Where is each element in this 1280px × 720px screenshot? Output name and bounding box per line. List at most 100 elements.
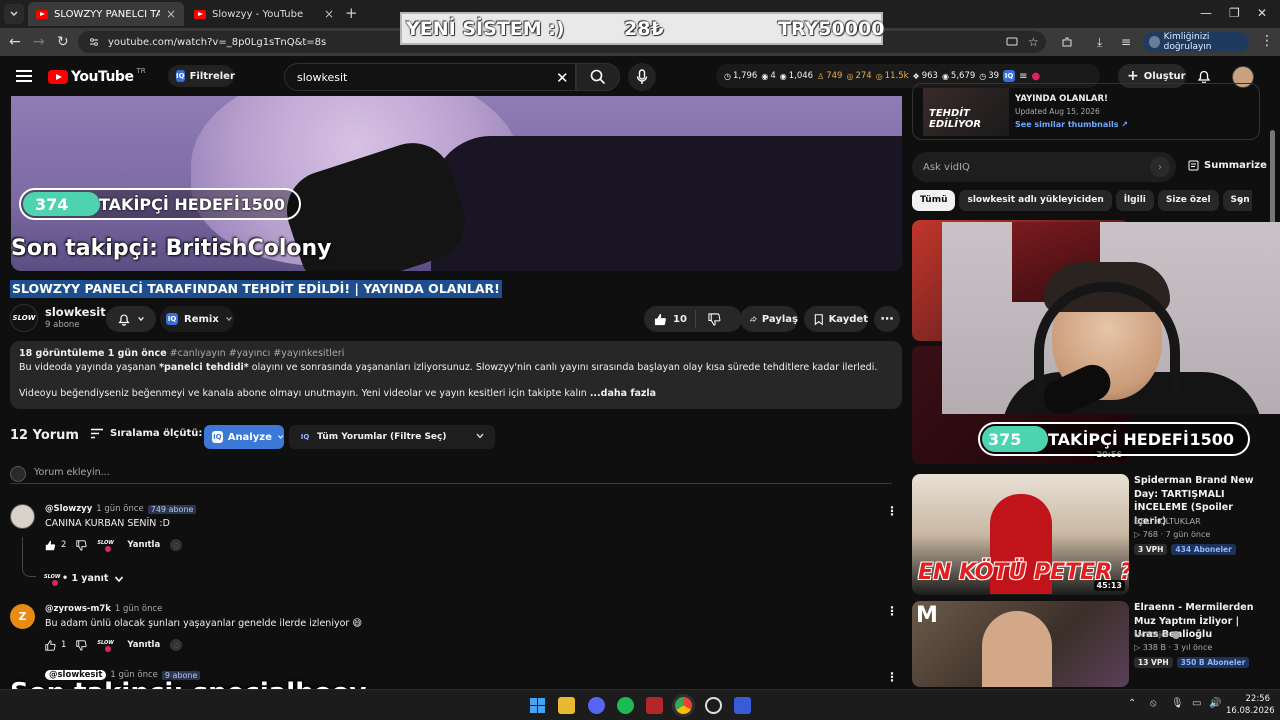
subscription-bell-button[interactable]	[106, 306, 156, 332]
notification-dot-icon[interactable]: ●	[1031, 71, 1040, 82]
forward-icon[interactable]: →	[33, 34, 45, 50]
file-explorer-icon[interactable]	[558, 697, 575, 714]
thumbs-down-icon[interactable]	[76, 539, 87, 551]
chip-all[interactable]: Tümü	[912, 190, 956, 211]
recommended-video[interactable]: EN KÖTÜ PETER ? 45:13 Spiderman Brand Ne…	[912, 474, 1260, 596]
share-button[interactable]: Paylaş	[740, 306, 798, 332]
vidiq-reply-icon[interactable]: ◌	[170, 639, 183, 651]
back-icon[interactable]: ←	[9, 34, 21, 50]
video-thumbnail[interactable]: M	[912, 601, 1129, 687]
youtube-logo[interactable]: YouTube TR	[48, 67, 146, 85]
extensions-icon[interactable]	[1061, 36, 1073, 48]
bookmark-star-icon[interactable]: ☆	[1028, 34, 1039, 50]
video-thumbnail[interactable]: EN KÖTÜ PETER ? 45:13	[912, 474, 1129, 595]
show-replies-button[interactable]: SLOW • 1 yanıt	[44, 573, 124, 586]
reload-icon[interactable]: ↻	[57, 34, 69, 50]
list-icon[interactable]: ≡	[1019, 71, 1027, 82]
sort-button[interactable]: Sıralama ölçütü:	[90, 428, 202, 439]
avatar[interactable]	[10, 504, 35, 529]
reply-button[interactable]: Yanıtla	[127, 540, 160, 550]
comment-filter-select[interactable]: IQ Tüm Yorumlar (Filtre Seç)	[289, 425, 495, 449]
comment-time[interactable]: 1 gün önce	[96, 504, 143, 514]
tab-channel[interactable]: Slowzyy - YouTube ×	[186, 2, 342, 26]
reply-button[interactable]: Yanıtla	[127, 640, 160, 650]
more-actions-icon[interactable]: ⋯	[874, 306, 900, 332]
thumbs-down-icon[interactable]	[76, 639, 87, 651]
window-close-icon[interactable]: ✕	[1257, 6, 1267, 20]
avatar[interactable]: Z	[10, 604, 35, 629]
comment-menu-icon[interactable]: ⋮	[886, 604, 898, 618]
voice-search-button[interactable]	[628, 63, 656, 91]
hashtags[interactable]: #canlıyayın #yayıncı #yayınkesitleri	[170, 348, 345, 359]
browser-menu-icon[interactable]: ⋮	[1260, 33, 1274, 49]
channel-avatar[interactable]: SLOW	[10, 304, 38, 332]
comment-menu-icon[interactable]: ⋮	[886, 670, 898, 684]
like-button[interactable]: 10	[644, 310, 696, 328]
media-control-icon[interactable]: ≡	[1121, 34, 1131, 50]
comment-author[interactable]: @zyrows-m7k	[45, 604, 111, 614]
minimize-icon[interactable]: —	[1200, 6, 1212, 20]
comment-author[interactable]: @Slowzyy	[45, 504, 92, 514]
menu-icon[interactable]	[16, 70, 32, 82]
chip-for-you[interactable]: Size özel	[1157, 190, 1219, 211]
show-more-link[interactable]: ...daha fazla	[590, 388, 656, 399]
card-thumbnail[interactable]: TEHDİT EDİLİYOR	[923, 88, 1009, 136]
remix-button[interactable]: IQ Remix	[160, 306, 234, 332]
notifications-bell-icon[interactable]	[1196, 68, 1212, 84]
video-channel[interactable]: Montajer	[1134, 630, 1181, 639]
mic-tray-icon[interactable]: 🎙	[1171, 698, 1184, 709]
vidiq-icon: IQ	[166, 313, 178, 325]
obs-icon[interactable]	[705, 697, 722, 714]
spotify-icon[interactable]	[617, 697, 634, 714]
windows-start-icon[interactable]	[529, 697, 546, 714]
display-icon[interactable]: ▭	[1192, 698, 1201, 709]
site-settings-icon[interactable]	[88, 36, 100, 48]
channel-action-row: SLOW slowkesit 9 abone IQ Remix 10 Payla…	[10, 304, 902, 334]
search-button[interactable]	[576, 63, 620, 91]
download-icon[interactable]: ⤓	[1097, 34, 1102, 50]
chip-related[interactable]: İlgili	[1115, 190, 1154, 211]
notification-off-icon[interactable]: ⦸	[1150, 698, 1157, 709]
video-channel[interactable]: DELİ KOLTUKLAR	[1134, 517, 1201, 526]
comment-menu-icon[interactable]: ⋮	[886, 504, 898, 518]
clear-search-icon[interactable]: ✕	[556, 69, 569, 87]
restore-icon[interactable]: ❐	[1229, 6, 1240, 20]
comment-time[interactable]: 1 gün önce	[115, 604, 162, 614]
dislike-button[interactable]	[696, 312, 721, 326]
chrome-icon[interactable]	[675, 697, 692, 714]
vidiq-reply-icon[interactable]: ◌	[170, 539, 183, 551]
video-description[interactable]: 18 görüntüleme 1 gün önce #canlıyayın #y…	[10, 341, 902, 409]
recommended-video[interactable]: M Elraenn - Mermilerden Muz Yaptım İzliy…	[912, 601, 1260, 687]
tray-chevron-icon[interactable]: ⌃	[1128, 698, 1136, 709]
vidiq-icon[interactable]: IQ	[1003, 70, 1016, 82]
tab-video[interactable]: SLOWZYY PANELCİ TARAFINDAN ×	[28, 2, 184, 26]
close-icon[interactable]: ×	[324, 7, 334, 21]
close-icon[interactable]: ×	[166, 7, 176, 21]
add-comment-field[interactable]: Yorum ekleyin...	[10, 464, 892, 484]
streaming-app-icon[interactable]	[646, 697, 663, 714]
ask-vidiq-input[interactable]: Ask vidIQ ›	[912, 152, 1176, 182]
verify-identity-button[interactable]: Kimliğinizi doğrulayın	[1143, 32, 1249, 52]
save-button[interactable]: Kaydet	[804, 306, 868, 332]
search-input[interactable]: slowkesit	[284, 63, 576, 91]
goal-target: 1500	[240, 194, 285, 214]
see-similar-thumbnails-link[interactable]: See similar thumbnails ↗	[1015, 120, 1128, 129]
video-player[interactable]: 374 TAKİPÇİ HEDEFİ 1500 Son takipçi: Bri…	[11, 96, 902, 271]
summarize-button[interactable]: Summarize	[1188, 160, 1267, 171]
analyze-button[interactable]: IQ Analyze	[204, 425, 284, 449]
filters-button[interactable]: IQ Filtreler	[168, 65, 235, 87]
send-icon[interactable]: ›	[1150, 157, 1170, 177]
cast-icon[interactable]	[1006, 36, 1018, 48]
tab-list-button[interactable]	[4, 4, 24, 24]
chevron-right-icon[interactable]: ›	[1238, 194, 1244, 210]
comment-like-button[interactable]: 2	[45, 540, 66, 551]
comment-like-button[interactable]: 1	[45, 639, 66, 651]
chip-from-uploader[interactable]: slowkesit adlı yükleyiciden	[959, 190, 1112, 211]
discord-icon[interactable]	[588, 697, 605, 714]
new-tab-icon[interactable]: +	[345, 5, 358, 21]
app-icon[interactable]	[734, 697, 751, 714]
sidebar-scrollbar[interactable]	[1270, 130, 1275, 230]
volume-icon[interactable]: 🔊	[1209, 698, 1221, 709]
channel-name[interactable]: slowkesit	[45, 305, 106, 319]
system-clock[interactable]: 22:56 16.08.2026	[1226, 693, 1275, 717]
